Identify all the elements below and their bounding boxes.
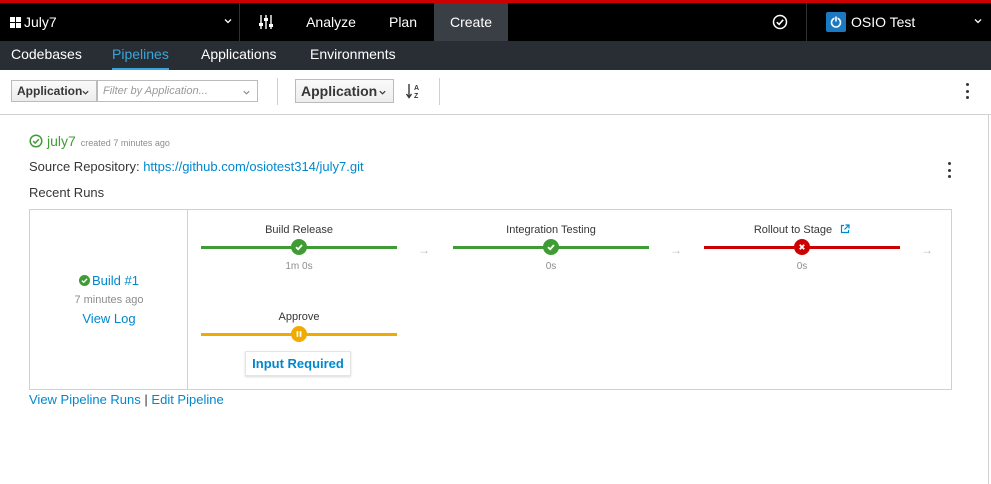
grid-icon xyxy=(10,16,21,28)
svg-text:A: A xyxy=(414,85,419,92)
tab-applications[interactable]: Applications xyxy=(201,41,277,70)
nav-create[interactable]: Create xyxy=(434,3,508,41)
pipeline-created-time: created 7 minutes ago xyxy=(80,138,170,148)
chevron-down-icon xyxy=(243,90,250,95)
nav-plan[interactable]: Plan xyxy=(376,3,430,41)
nav-divider xyxy=(806,3,807,41)
pipeline-run-panel: Build #1 7 minutes ago View Log Build Re… xyxy=(29,209,952,390)
check-circle-filled-icon xyxy=(79,275,90,286)
toolbar-divider xyxy=(439,78,440,105)
stage-duration: 0s xyxy=(796,261,808,272)
space-switcher[interactable]: July7 xyxy=(0,3,240,41)
build-summary: Build #1 7 minutes ago View Log xyxy=(30,210,188,389)
arrow-right-icon: → xyxy=(670,243,682,257)
chevron-down-icon xyxy=(224,19,232,24)
chevron-down-icon xyxy=(82,90,89,95)
stage-label-text: Rollout to Stage xyxy=(753,224,833,236)
error-icon xyxy=(794,239,810,255)
edit-pipeline-link[interactable]: Edit Pipeline xyxy=(151,392,223,407)
secondary-navbar: Codebases Pipelines Applications Environ… xyxy=(0,41,991,70)
stage-rollout-to-stage: Rollout to Stage 0s xyxy=(704,224,900,284)
check-icon xyxy=(291,239,307,255)
space-name: July7 xyxy=(24,14,57,30)
filter-field-select[interactable]: Application xyxy=(11,80,97,102)
stage-duration: 1m 0s xyxy=(285,261,313,272)
settings-sliders-icon[interactable] xyxy=(252,3,280,41)
stage-label: Integration Testing xyxy=(506,224,596,236)
pause-icon xyxy=(291,326,307,342)
external-link-icon[interactable] xyxy=(840,224,850,234)
user-name: OSIO Test xyxy=(851,14,916,30)
chevron-down-icon xyxy=(974,19,982,24)
filter-input[interactable]: Filter by Application... xyxy=(97,80,258,102)
view-pipeline-runs-link[interactable]: View Pipeline Runs xyxy=(29,392,141,407)
stage-duration: 0s xyxy=(545,261,557,272)
user-menu[interactable]: OSIO Test xyxy=(826,3,986,41)
build-time: 7 minutes ago xyxy=(74,294,144,306)
filter-toolbar: Application Filter by Application... App… xyxy=(0,70,991,115)
page-edge-divider xyxy=(988,115,989,484)
top-navbar: July7 Analyze Plan Create OSIO Test xyxy=(0,0,991,41)
toolbar-kebab-icon[interactable] xyxy=(964,83,970,99)
pipeline-footer-links: View Pipeline Runs | Edit Pipeline xyxy=(29,392,224,407)
stage-label: Approve xyxy=(278,311,320,323)
check-icon xyxy=(543,239,559,255)
stage-integration-testing: Integration Testing 0s xyxy=(453,224,649,284)
pipeline-name-link[interactable]: july7 xyxy=(47,133,76,149)
nav-analyze[interactable]: Analyze xyxy=(296,3,366,41)
view-log-link[interactable]: View Log xyxy=(30,311,188,326)
sort-field-label: Application xyxy=(301,83,378,99)
pipeline-title: july7 created 7 minutes ago xyxy=(29,133,170,149)
input-required-button[interactable]: Input Required xyxy=(245,351,351,376)
link-separator: | xyxy=(144,392,148,407)
arrow-right-icon: → xyxy=(921,243,933,257)
svg-text:Z: Z xyxy=(414,93,419,100)
filter-field-label: Application xyxy=(17,84,83,98)
filter-placeholder: Filter by Application... xyxy=(103,85,208,97)
source-repository: Source Repository: https://github.com/os… xyxy=(29,159,364,174)
recent-runs-heading: Recent Runs xyxy=(29,185,105,200)
chevron-down-icon xyxy=(379,90,386,95)
build-link[interactable]: Build #1 xyxy=(30,273,188,288)
tab-environments[interactable]: Environments xyxy=(310,41,396,70)
stage-label: Rollout to Stage xyxy=(704,224,900,236)
arrow-right-icon: → xyxy=(418,243,430,257)
check-circle-icon xyxy=(29,134,43,148)
tab-pipelines[interactable]: Pipelines xyxy=(112,41,169,70)
sort-field-select[interactable]: Application xyxy=(295,79,394,103)
openshift-logo-icon xyxy=(826,12,846,32)
toolbar-divider xyxy=(277,78,278,105)
build-name: Build #1 xyxy=(92,273,139,288)
stage-label: Build Release xyxy=(265,224,333,236)
sort-alpha-asc-icon[interactable]: A Z xyxy=(405,82,423,100)
tab-codebases[interactable]: Codebases xyxy=(11,41,82,70)
source-repository-link[interactable]: https://github.com/osiotest314/july7.git xyxy=(143,159,363,174)
check-circle-icon[interactable] xyxy=(765,3,795,41)
stage-build-release: Build Release 1m 0s xyxy=(201,224,397,284)
source-repository-label: Source Repository: xyxy=(29,159,140,174)
stage-approve: Approve xyxy=(201,311,397,351)
pipeline-kebab-icon[interactable] xyxy=(946,162,952,178)
